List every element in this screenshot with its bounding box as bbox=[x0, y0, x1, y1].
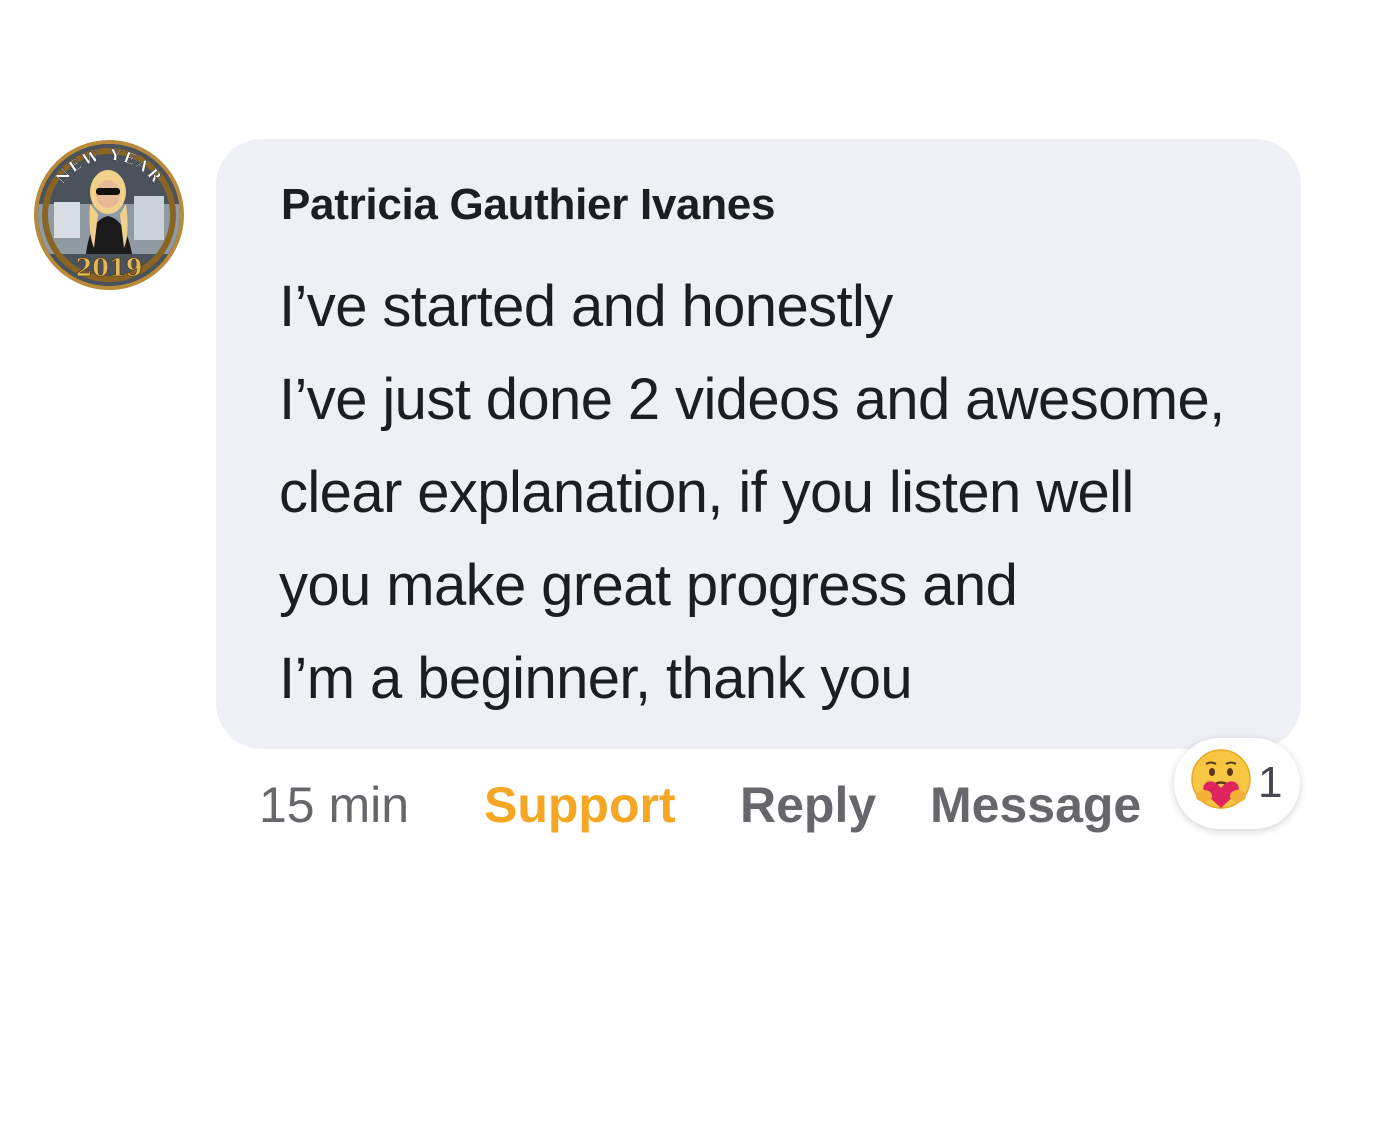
comment-text: I’ve started and honestly I’ve just done… bbox=[279, 260, 1279, 725]
comment-line: I’ve just done 2 videos and awesome, bbox=[279, 367, 1225, 432]
care-emoji-icon bbox=[1191, 749, 1251, 809]
comment-timestamp[interactable]: 15 min bbox=[259, 776, 409, 840]
reaction-count: 1 bbox=[1258, 758, 1283, 807]
message-button[interactable]: Message bbox=[930, 776, 1141, 840]
reply-button[interactable]: Reply bbox=[740, 776, 876, 840]
comment-line: I’ve started and honestly bbox=[279, 274, 893, 339]
avatar-badge-bottom: 2019 bbox=[76, 253, 143, 282]
avatar-image: NEW YEAR 2019 bbox=[38, 144, 180, 286]
comment-line: you make great progress and bbox=[279, 553, 1018, 618]
comment-author[interactable]: Patricia Gauthier Ivanes bbox=[281, 180, 775, 230]
support-button[interactable]: Support bbox=[484, 776, 676, 840]
avatar[interactable]: NEW YEAR 2019 bbox=[34, 140, 184, 290]
comment-line: clear explanation, if you listen well bbox=[279, 460, 1134, 525]
comment-line: I’m a beginner, thank you bbox=[279, 646, 913, 711]
